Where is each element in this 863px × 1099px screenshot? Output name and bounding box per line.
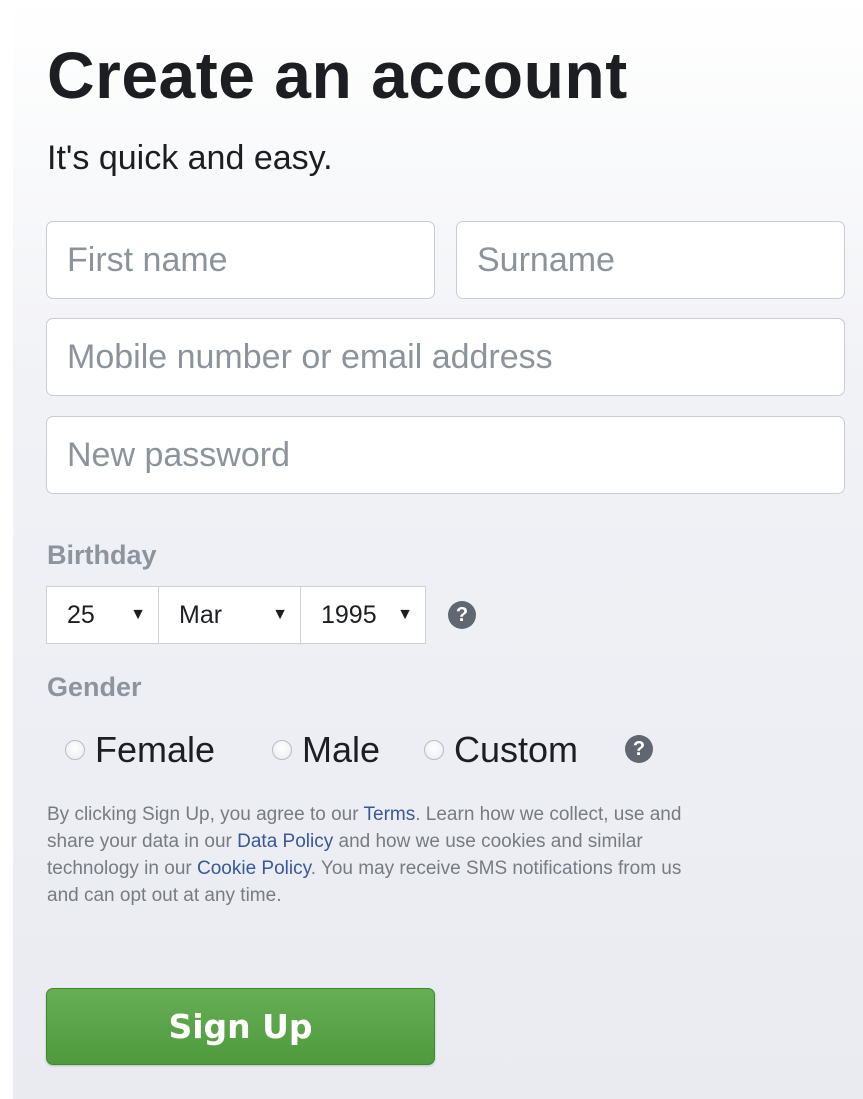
gender-help-icon[interactable]: ? — [625, 735, 653, 763]
page-title: Create an account — [47, 38, 628, 112]
female-label: Female — [95, 729, 216, 770]
custom-label: Custom — [454, 729, 579, 770]
birthday-year-select[interactable]: 1995 ▼ — [300, 586, 426, 644]
first-name-input[interactable] — [46, 221, 435, 299]
gender-option-male[interactable]: Male — [272, 726, 380, 774]
birthday-year-value: 1995 — [321, 600, 377, 629]
male-radio[interactable] — [272, 740, 292, 760]
page-subtitle: It's quick and easy. — [47, 139, 333, 177]
dropdown-arrow-icon: ▼ — [130, 606, 146, 623]
terms-notice: By clicking Sign Up, you agree to our Te… — [47, 801, 687, 909]
dropdown-arrow-icon: ▼ — [272, 606, 288, 623]
mobile-or-email-input[interactable] — [46, 318, 845, 396]
data-policy-link[interactable]: Data Policy — [237, 831, 333, 852]
terms-link[interactable]: Terms — [364, 804, 416, 825]
birthday-month-value: Mar — [179, 600, 223, 629]
male-label: Male — [302, 729, 381, 770]
birthday-day-value: 25 — [67, 600, 95, 629]
gender-option-female[interactable]: Female — [65, 726, 215, 774]
female-radio[interactable] — [65, 740, 85, 760]
birthday-help-icon[interactable]: ? — [448, 601, 476, 629]
custom-radio[interactable] — [424, 740, 444, 760]
cookie-policy-link[interactable]: Cookie Policy — [197, 858, 311, 879]
gender-option-custom[interactable]: Custom — [424, 726, 578, 774]
birthday-day-select[interactable]: 25 ▼ — [46, 586, 159, 644]
birthday-month-select[interactable]: Mar ▼ — [158, 586, 301, 644]
dropdown-arrow-icon: ▼ — [397, 606, 413, 623]
terms-text-1: By clicking Sign Up, you agree to our — [47, 804, 364, 825]
birthday-label: Birthday — [47, 540, 157, 570]
gender-label: Gender — [47, 672, 142, 702]
new-password-input[interactable] — [46, 416, 845, 494]
sign-up-button[interactable]: Sign Up — [46, 988, 435, 1065]
surname-input[interactable] — [456, 221, 845, 299]
